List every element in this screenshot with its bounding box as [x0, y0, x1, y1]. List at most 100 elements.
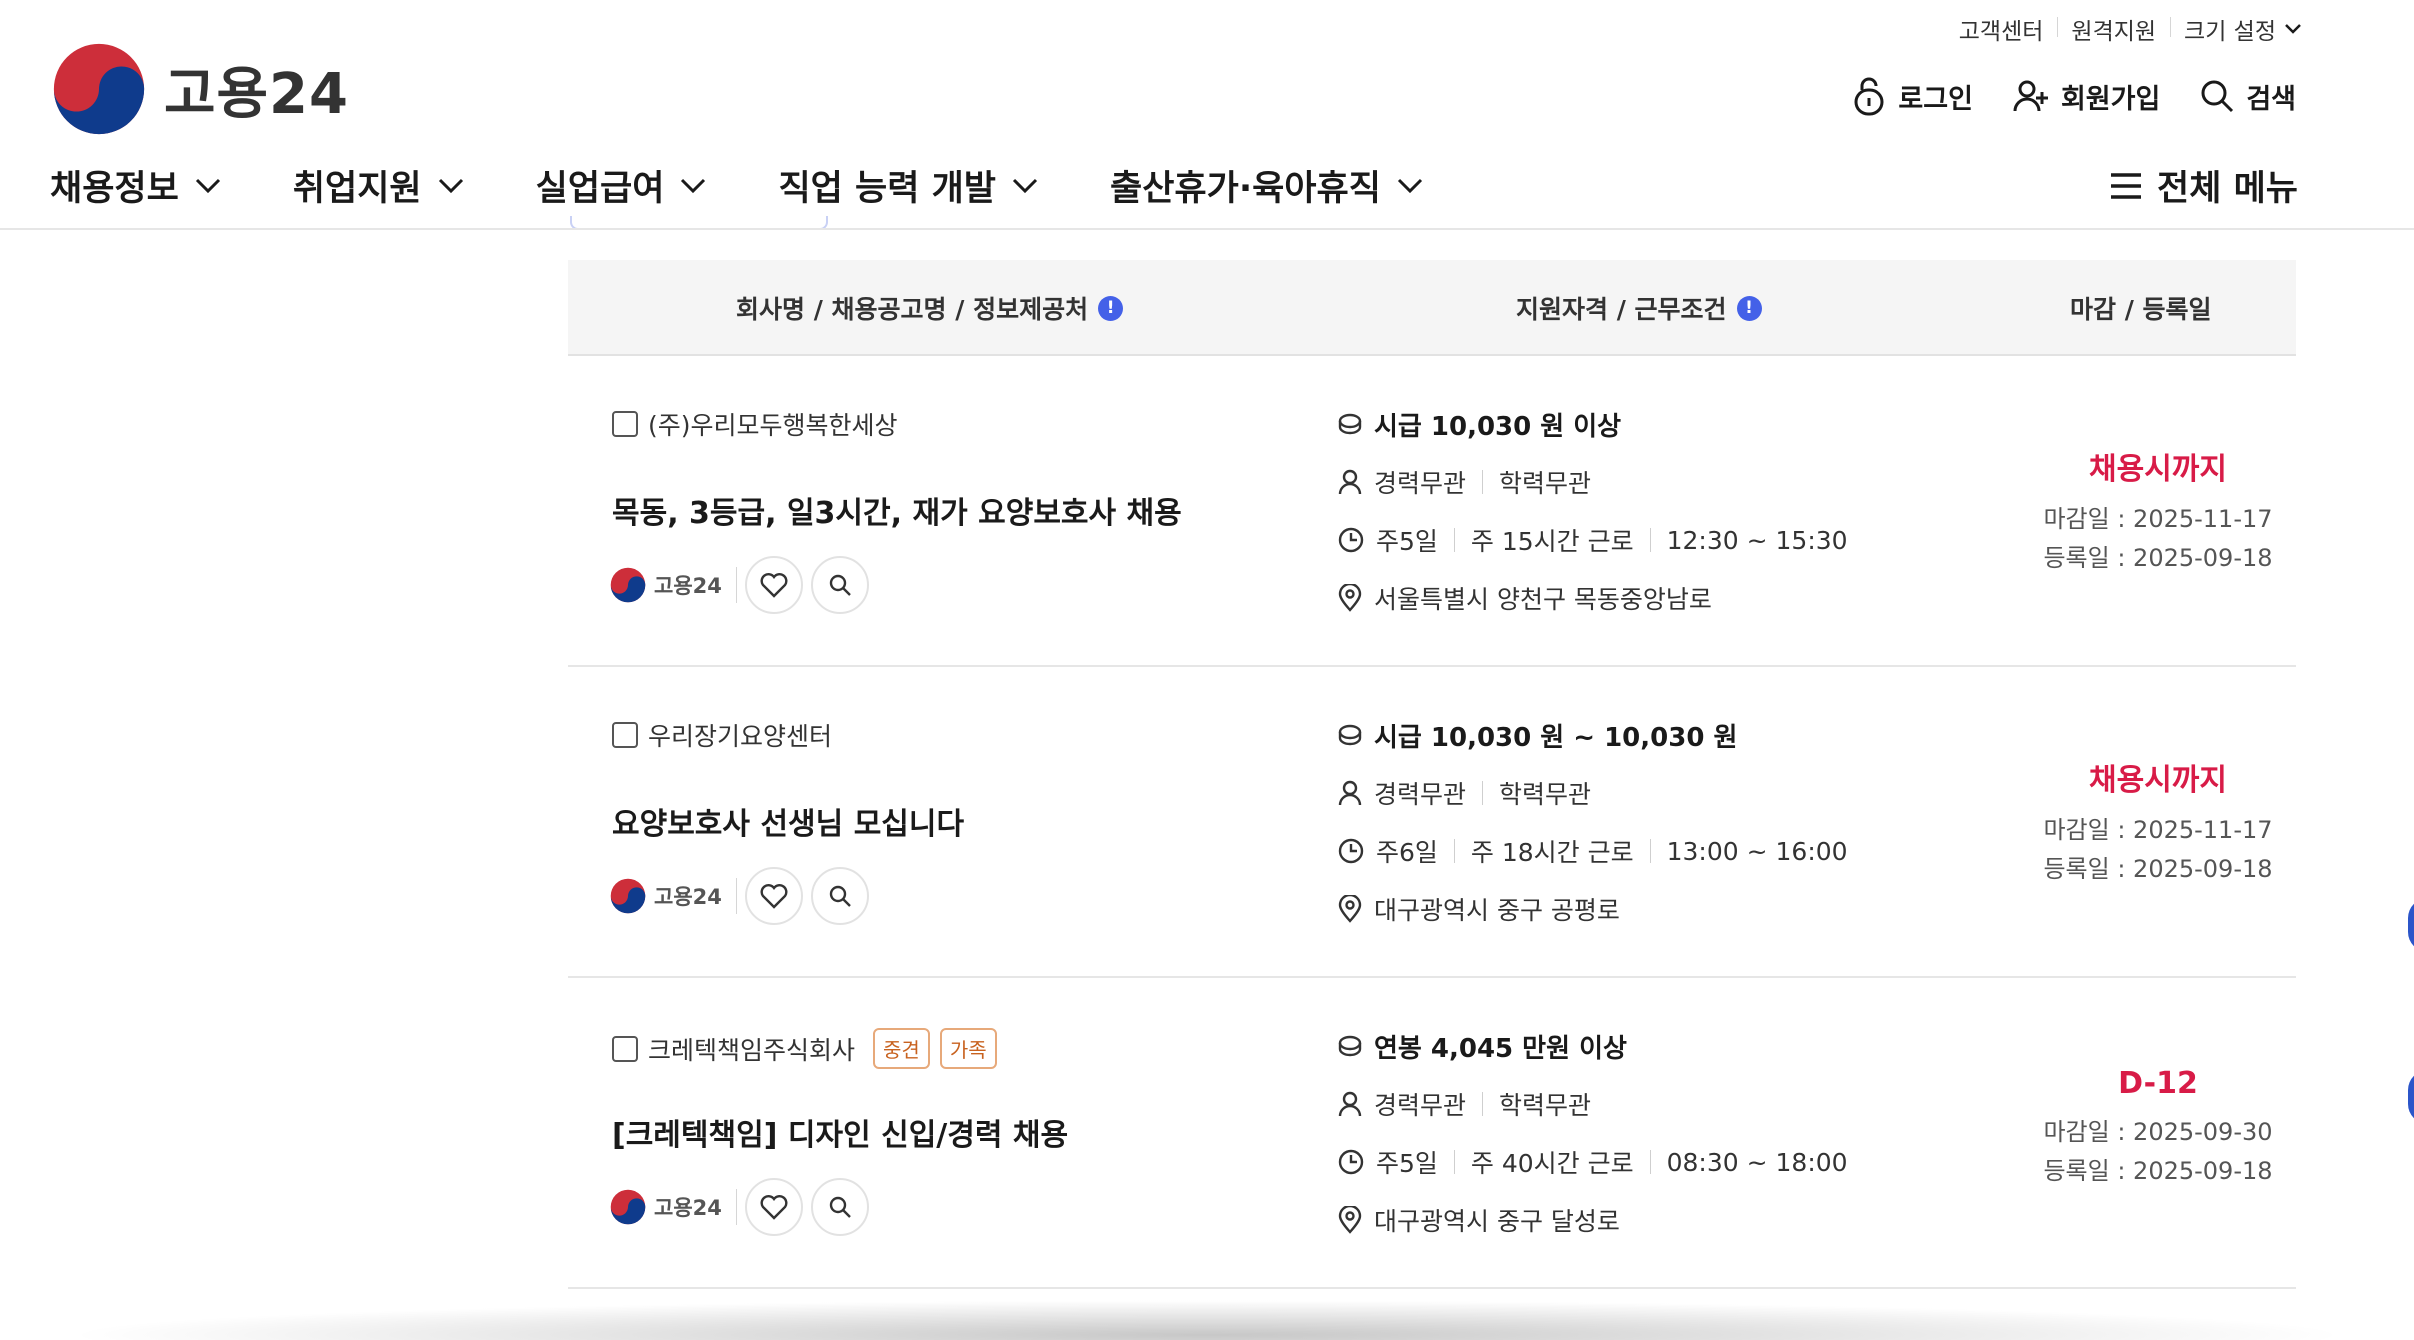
pay-line: 시급 10,030 원 이상 — [1338, 406, 1848, 442]
lock-icon — [1854, 77, 1884, 116]
source-actions: 고용24 — [610, 1178, 869, 1236]
heart-icon — [760, 884, 788, 909]
site-logo[interactable]: 고용24 — [52, 42, 349, 136]
taegeuk-logo-icon — [610, 567, 646, 603]
signup-button[interactable]: 회원가입 — [2013, 77, 2160, 116]
family-friendly-badge: 가족 — [939, 1028, 997, 1069]
gnb-item-skill-dev[interactable]: 직업 능력 개발 — [778, 160, 1038, 211]
row-checkbox[interactable] — [612, 722, 638, 748]
column-header-conditions: 지원자격 / 근무조건 ! — [1516, 260, 1762, 356]
job-title-link[interactable]: 요양보호사 선생님 모십니다 — [612, 799, 964, 843]
floating-tab-top[interactable] — [2408, 898, 2414, 952]
job-title-link[interactable]: [크레텍책임] 디자인 신입/경력 채용 — [612, 1110, 1068, 1154]
divider — [1649, 839, 1651, 863]
gnb-item-recruit[interactable]: 채용정보 — [50, 160, 221, 211]
pay-text: 시급 10,030 원 이상 — [1374, 411, 1622, 442]
time-text: 12:30 ~ 15:30 — [1666, 525, 1848, 555]
source-label: 고용24 — [654, 885, 722, 909]
company-name[interactable]: (주)우리모두행복한세상 — [648, 406, 898, 442]
member-bar: 로그인 회원가입 검색 — [1852, 76, 2296, 116]
gnb-item-job-support[interactable]: 취업지원 — [293, 160, 464, 211]
login-label: 로그인 — [1898, 83, 1973, 115]
coin-icon — [1338, 1035, 1362, 1057]
bookmark-button[interactable] — [744, 1178, 803, 1236]
bookmark-button[interactable] — [744, 556, 803, 614]
customer-center-link[interactable]: 고객센터 — [1945, 12, 2058, 46]
gnb-label: 취업지원 — [292, 169, 422, 209]
time-text: 08:30 ~ 18:00 — [1666, 1147, 1848, 1177]
all-menu-label: 전체 메뉴 — [2157, 169, 2298, 209]
company-cell: (주)우리모두행복한세상 — [612, 406, 898, 442]
qualification-line: 경력무관 학력무관 — [1338, 1086, 1848, 1122]
divider — [1482, 470, 1484, 494]
bookmark-button[interactable] — [744, 867, 803, 925]
divider — [1649, 1150, 1651, 1174]
row-checkbox[interactable] — [612, 411, 638, 437]
gnb-item-parental-leave[interactable]: 출산휴가·육아휴직 — [1110, 160, 1423, 211]
location-text: 대구광역시 중구 공평로 — [1374, 896, 1620, 925]
column-header-label: 회사명 / 채용공고명 / 정보제공처 — [736, 295, 1089, 324]
education-text: 학력무관 — [1499, 469, 1592, 498]
remote-support-link[interactable]: 원격지원 — [2057, 12, 2170, 46]
gnb-item-unemployment[interactable]: 실업급여 — [536, 160, 707, 211]
floating-tab-bottom[interactable] — [2408, 1070, 2414, 1124]
column-header-label: 마감 / 등록일 — [2070, 295, 2212, 324]
clock-icon — [1338, 838, 1364, 864]
column-header-company: 회사명 / 채용공고명 / 정보제공처 ! — [736, 260, 1124, 356]
login-button[interactable]: 로그인 — [1852, 76, 1973, 116]
utility-bar: 고객센터 원격지원 크기 설정 — [1945, 12, 2302, 46]
company-cell: 크레텍책임주식회사 중견 가족 — [612, 1028, 997, 1069]
font-size-setting[interactable]: 크기 설정 — [2170, 12, 2302, 46]
signup-label: 회원가입 — [2060, 83, 2161, 115]
career-text: 경력무관 — [1374, 469, 1467, 498]
location-text: 대구광역시 중구 달성로 — [1374, 1207, 1620, 1236]
job-title-link[interactable]: 목동, 3등급, 일3시간, 재가 요양보호사 채용 — [612, 488, 1182, 532]
divider — [1482, 1092, 1484, 1116]
preview-button[interactable] — [810, 867, 869, 925]
search-button[interactable]: 검색 — [2200, 77, 2296, 116]
divider — [1649, 528, 1651, 552]
hours-text: 주 40시간 근로 — [1470, 1149, 1634, 1178]
career-text: 경력무관 — [1374, 1091, 1467, 1120]
user-plus-icon — [2013, 80, 2048, 112]
schedule-line: 주5일 주 40시간 근로 08:30 ~ 18:00 — [1338, 1144, 1848, 1180]
divider — [1453, 839, 1455, 863]
table-header: 회사명 / 채용공고명 / 정보제공처 ! 지원자격 / 근무조건 ! 마감 /… — [568, 260, 2296, 356]
location-pin-icon — [1338, 584, 1362, 612]
heart-icon — [760, 573, 788, 598]
preview-button[interactable] — [810, 556, 869, 614]
preview-button[interactable] — [810, 1178, 869, 1236]
deadline-date: 마감일 : 2025-11-17 — [2043, 505, 2273, 533]
hours-text: 주 15시간 근로 — [1470, 527, 1634, 556]
clock-icon — [1338, 1149, 1364, 1175]
registered-date: 등록일 : 2025-09-18 — [2043, 544, 2273, 572]
source-actions: 고용24 — [610, 556, 869, 614]
job-list-table: 회사명 / 채용공고명 / 정보제공처 ! 지원자격 / 근무조건 ! 마감 /… — [568, 260, 2296, 1289]
company-name[interactable]: 우리장기요양센터 — [648, 717, 832, 753]
taegeuk-logo-icon — [610, 1189, 646, 1225]
location-line: 대구광역시 중구 공평로 — [1338, 891, 1848, 927]
person-icon — [1338, 1091, 1362, 1117]
all-menu-button[interactable]: 전체 메뉴 — [2109, 160, 2298, 211]
coin-icon — [1338, 413, 1362, 435]
qualification-line: 경력무관 학력무관 — [1338, 464, 1848, 500]
deadline-status: 채용시까지 — [2089, 763, 2227, 798]
days-text: 주5일 — [1376, 1149, 1438, 1178]
deadline-status: 채용시까지 — [2089, 452, 2227, 487]
coin-icon — [1338, 724, 1362, 746]
pay-text: 시급 10,030 원 ~ 10,030 원 — [1374, 722, 1738, 753]
location-line: 대구광역시 중구 달성로 — [1338, 1202, 1848, 1238]
info-icon[interactable]: ! — [1736, 295, 1762, 321]
header-divider — [0, 228, 2414, 230]
location-line: 서울특별시 양천구 목동중앙남로 — [1338, 580, 1848, 616]
conditions-cell: 시급 10,030 원 이상 경력무관 학력무관 주5일 주 15시간 근로 12:3… — [1338, 406, 1848, 638]
company-name[interactable]: 크레텍책임주식회사 — [648, 1031, 855, 1067]
source-provider: 고용24 — [610, 878, 737, 914]
info-icon[interactable]: ! — [1098, 295, 1124, 321]
table-row: 우리장기요양센터 요양보호사 선생님 모십니다 고용24 시급 10,030 원… — [568, 667, 2296, 978]
clock-icon — [1338, 527, 1364, 553]
chevron-down-icon — [2285, 24, 2301, 34]
person-icon — [1338, 469, 1362, 495]
divider — [1482, 781, 1484, 805]
row-checkbox[interactable] — [612, 1035, 638, 1062]
